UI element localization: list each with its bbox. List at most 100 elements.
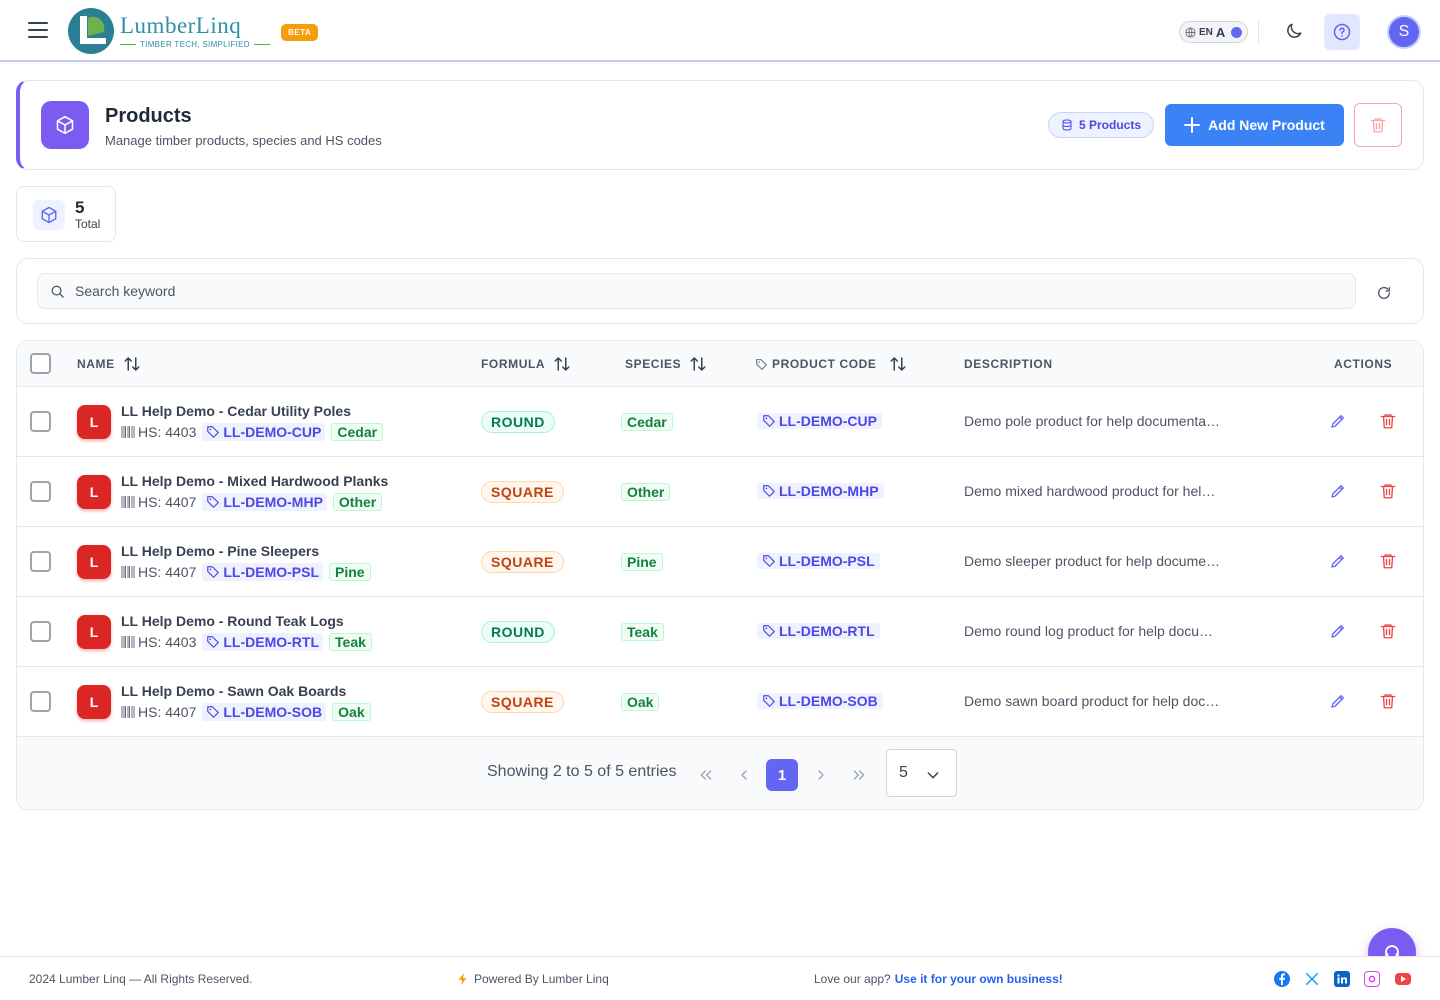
edit-icon xyxy=(1331,695,1344,708)
product-name[interactable]: LL Help Demo - Round Teak Logs xyxy=(121,613,344,629)
next-page-button[interactable] xyxy=(805,759,837,791)
promo-link[interactable]: Use it for your own business! xyxy=(895,972,1063,986)
edit-button[interactable] xyxy=(1329,692,1347,710)
hs-code-text: HS: 4403 xyxy=(138,634,197,650)
products-table: NAME FORMULA SPECIES PRODUCT CODE DESCRI… xyxy=(16,340,1424,810)
table-row[interactable]: L LL Help Demo - Cedar Utility Poles HS: 4… xyxy=(17,387,1423,457)
menu-icon[interactable] xyxy=(28,22,48,38)
prev-page-button[interactable] xyxy=(728,759,760,791)
product-description: Demo sleeper product for help documen… xyxy=(964,553,1222,569)
bolt-icon xyxy=(458,973,467,985)
page-header: Products Manage timber products, species… xyxy=(16,80,1424,170)
last-page-button[interactable] xyxy=(843,759,875,791)
column-formula[interactable]: FORMULA xyxy=(481,341,571,387)
globe-icon xyxy=(1185,26,1196,38)
table-header: NAME FORMULA SPECIES PRODUCT CODE DESCRI… xyxy=(17,341,1423,387)
column-species[interactable]: SPECIES xyxy=(625,341,707,387)
table-row[interactable]: L LL Help Demo - Pine Sleepers HS: 4407 LL-… xyxy=(17,527,1423,597)
per-page-value: 5 xyxy=(899,764,908,781)
edit-button[interactable] xyxy=(1329,412,1347,430)
language-code: EN xyxy=(1199,26,1213,38)
row-checkbox[interactable] xyxy=(30,411,51,432)
pagination: Showing 2 to 5 of 5 entries 1 5 xyxy=(17,737,1423,809)
search-input[interactable] xyxy=(75,283,1275,299)
facebook-icon[interactable] xyxy=(1274,971,1290,987)
row-checkbox[interactable] xyxy=(30,621,51,642)
row-checkbox[interactable] xyxy=(30,691,51,712)
top-bar: LumberLinq TIMBER TECH, SIMPLIFIED BETA … xyxy=(0,0,1440,62)
product-description: Demo sawn board product for help docu… xyxy=(964,693,1222,709)
dark-mode-button[interactable] xyxy=(1281,18,1307,44)
divider xyxy=(1258,20,1259,44)
column-species-label: SPECIES xyxy=(625,357,682,371)
delete-button[interactable] xyxy=(1379,482,1397,500)
sort-icon xyxy=(890,357,906,371)
add-new-product-button[interactable]: Add New Product xyxy=(1165,104,1344,146)
language-toggle[interactable]: EN A xyxy=(1179,21,1248,43)
edit-button[interactable] xyxy=(1329,552,1347,570)
select-all-checkbox[interactable] xyxy=(30,353,51,374)
sort-icon xyxy=(554,357,570,371)
column-name-label: NAME xyxy=(77,357,115,371)
x-icon[interactable] xyxy=(1304,971,1320,987)
refresh-button[interactable] xyxy=(1372,281,1396,305)
toggle-knob xyxy=(1231,26,1242,38)
delete-button[interactable] xyxy=(1379,692,1397,710)
column-name[interactable]: NAME xyxy=(77,341,141,387)
column-formula-label: FORMULA xyxy=(481,357,546,371)
formula-badge: SQUARE xyxy=(481,691,564,713)
bulk-delete-button[interactable] xyxy=(1354,103,1402,147)
product-name[interactable]: LL Help Demo - Sawn Oak Boards xyxy=(121,683,346,699)
first-page-button[interactable] xyxy=(690,759,722,791)
delete-button[interactable] xyxy=(1379,412,1397,430)
species-badge: Pine xyxy=(621,553,663,571)
product-meta: HS: 4403 LL-DEMO-RTL Teak xyxy=(121,633,372,651)
delete-button[interactable] xyxy=(1379,622,1397,640)
hs-code: HS: 4407 xyxy=(121,704,196,720)
row-checkbox[interactable] xyxy=(30,481,51,502)
edit-button[interactable] xyxy=(1329,482,1347,500)
species-badge: Cedar xyxy=(621,413,673,431)
chevron-left-icon xyxy=(741,770,747,780)
youtube-icon[interactable] xyxy=(1395,973,1411,985)
sort-icon xyxy=(124,357,140,371)
products-count-badge: 5 Products xyxy=(1048,112,1155,138)
logo[interactable]: LumberLinq TIMBER TECH, SIMPLIFIED xyxy=(66,6,270,56)
page-subtitle: Manage timber products, species and HS c… xyxy=(105,133,382,148)
facebook-glyph xyxy=(1279,973,1285,985)
product-code-badge: LL-DEMO-SOB xyxy=(757,693,883,709)
linkedin-icon[interactable] xyxy=(1334,971,1350,987)
help-button[interactable] xyxy=(1324,14,1360,50)
user-avatar[interactable]: S xyxy=(1387,15,1421,49)
column-product-code[interactable]: PRODUCT CODE xyxy=(755,341,907,387)
table-row[interactable]: L LL Help Demo - Round Teak Logs HS: 4403 L… xyxy=(17,597,1423,667)
product-name[interactable]: LL Help Demo - Mixed Hardwood Planks xyxy=(121,473,388,489)
product-description: Demo mixed hardwood product for help … xyxy=(964,483,1222,499)
page-1-button[interactable]: 1 xyxy=(766,759,798,791)
edit-button[interactable] xyxy=(1329,622,1347,640)
species-chip: Cedar xyxy=(331,423,384,441)
hs-code-text: HS: 4403 xyxy=(138,424,197,440)
delete-button[interactable] xyxy=(1379,552,1397,570)
chevrons-left-icon xyxy=(700,770,712,780)
species-badge: Other xyxy=(621,483,671,501)
cube-icon xyxy=(41,206,57,224)
search-panel xyxy=(16,258,1424,324)
row-checkbox[interactable] xyxy=(30,551,51,572)
product-name[interactable]: LL Help Demo - Cedar Utility Poles xyxy=(121,403,351,419)
table-row[interactable]: L LL Help Demo - Mixed Hardwood Planks HS:… xyxy=(17,457,1423,527)
hs-code: HS: 4403 xyxy=(121,424,196,440)
product-code-chip: LL-DEMO-RTL xyxy=(202,633,324,651)
promo: Love our app? Use it for your own busines… xyxy=(814,972,1063,986)
promo-text: Love our app? xyxy=(814,972,891,986)
beta-badge: BETA xyxy=(281,24,319,41)
per-page-select[interactable]: 5 xyxy=(886,749,957,797)
product-name[interactable]: LL Help Demo - Pine Sleepers xyxy=(121,543,319,559)
linkedin-glyph xyxy=(1337,974,1347,984)
product-avatar: L xyxy=(77,545,111,579)
search-icon xyxy=(51,285,64,298)
instagram-icon[interactable] xyxy=(1364,971,1380,987)
page-title: Products xyxy=(105,105,192,127)
table-row[interactable]: L LL Help Demo - Sawn Oak Boards HS: 4407 L… xyxy=(17,667,1423,737)
hs-code: HS: 4407 xyxy=(121,564,196,580)
